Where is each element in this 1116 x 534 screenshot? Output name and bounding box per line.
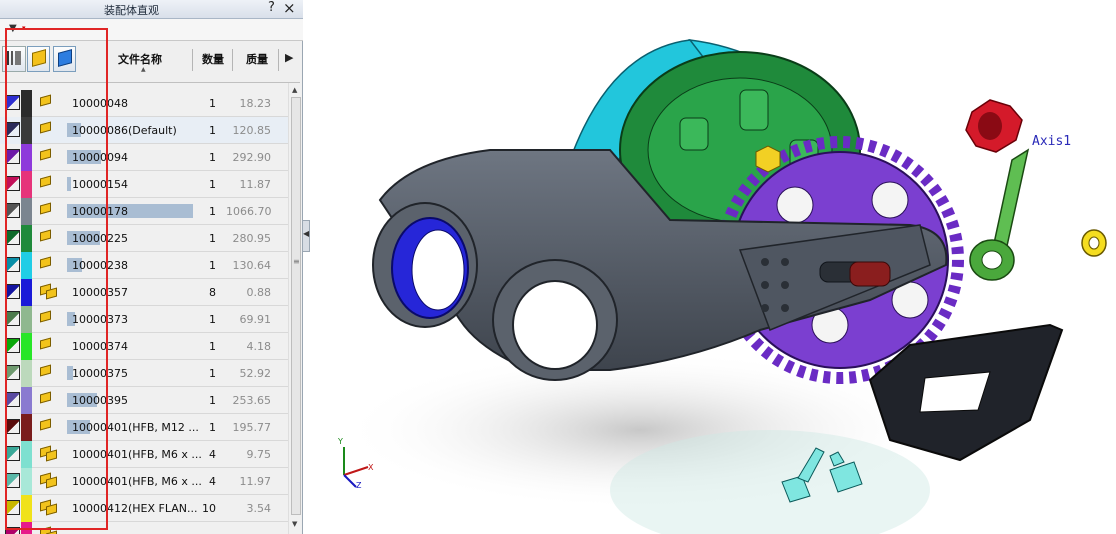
mass-cell: 11.97	[239, 475, 272, 488]
mass-cell: 253.65	[232, 394, 272, 407]
mass-cell: 18.23	[239, 97, 272, 110]
mass-cell: 280.95	[232, 232, 272, 245]
green-pad	[739, 89, 769, 131]
graphics-viewport[interactable]: Axis1 Y X Z	[310, 0, 1116, 534]
red-bushing	[965, 99, 1023, 153]
quantity-cell: 1	[209, 259, 216, 272]
scroll-down-icon[interactable]: ▼	[292, 520, 297, 528]
quantity-cell: 1	[209, 421, 216, 434]
vertical-scrollbar[interactable]: ▲ ≡ ▼	[288, 83, 302, 534]
scroll-up-icon[interactable]: ▲	[292, 86, 297, 94]
assembly-visualization-app: 装配体直观 ? × ▼ ▾ 文件名称 ▲ 数量 质量 ▶ 10000048 1 18…	[0, 0, 1116, 534]
mass-cell: 9.75	[246, 448, 272, 461]
scroll-grip-icon: ≡	[293, 257, 300, 266]
mass-cell: 1066.70	[226, 205, 272, 218]
quantity-cell: 1	[209, 97, 216, 110]
column-file-name[interactable]: 文件名称	[118, 51, 162, 67]
mass-cell: 120.85	[232, 124, 272, 137]
triad-y-label: Y	[338, 437, 343, 446]
green-tensioner	[969, 148, 1030, 281]
column-divider[interactable]	[278, 49, 279, 71]
help-button[interactable]: ?	[268, 0, 275, 15]
quantity-cell: 8	[209, 286, 216, 299]
panel-title: 装配体直观	[104, 4, 159, 17]
triad-z-label: Z	[356, 481, 362, 490]
quantity-cell: 1	[209, 340, 216, 353]
panel-title-bar: 装配体直观 ? ×	[0, 0, 303, 19]
quantity-cell: 1	[209, 151, 216, 164]
scroll-right-icon[interactable]: ▶	[285, 51, 293, 64]
axis-label: Axis1	[1032, 134, 1072, 149]
close-button[interactable]: ×	[283, 0, 296, 17]
sort-ascending-icon: ▲	[141, 66, 146, 73]
quantity-cell: 1	[209, 367, 216, 380]
mass-cell: 195.77	[232, 421, 272, 434]
quantity-cell: 1	[209, 232, 216, 245]
column-divider[interactable]	[232, 49, 233, 71]
mass-cell: 130.64	[232, 259, 272, 272]
mass-cell: 3.54	[246, 502, 272, 515]
triad-x-label: X	[368, 463, 374, 472]
quantity-cell: 1	[209, 205, 216, 218]
mass-cell: 0.88	[246, 286, 272, 299]
quantity-cell: 4	[209, 448, 216, 461]
mass-cell: 11.87	[239, 178, 272, 191]
quantity-cell: 10	[202, 502, 216, 515]
column-divider[interactable]	[192, 49, 193, 71]
orientation-triad: Y X Z	[328, 437, 378, 493]
yellow-nut	[755, 145, 781, 173]
column-mass[interactable]: 质量	[246, 51, 268, 67]
quantity-cell: 1	[209, 313, 216, 326]
yellow-washer	[1081, 229, 1107, 257]
annotation-highlight-box	[5, 28, 108, 530]
panel-collapse-handle[interactable]: ◀	[302, 220, 310, 252]
mass-cell: 4.18	[246, 340, 272, 353]
mass-cell: 69.91	[239, 313, 272, 326]
quantity-cell: 1	[209, 124, 216, 137]
quantity-cell: 4	[209, 475, 216, 488]
chain-guide-cutout	[919, 371, 991, 413]
mass-cell: 52.92	[239, 367, 272, 380]
assembly-visualization-panel: 装配体直观 ? × ▼ ▾ 文件名称 ▲ 数量 质量 ▶ 10000048 1 18…	[0, 0, 303, 534]
green-pad	[679, 117, 709, 151]
column-quantity[interactable]: 数量	[202, 51, 224, 67]
red-axle	[849, 261, 891, 287]
quantity-cell: 1	[209, 178, 216, 191]
quantity-cell: 1	[209, 394, 216, 407]
collapse-arrow-icon: ◀	[303, 229, 310, 238]
assembly-model-render	[340, 39, 1107, 534]
mass-cell: 292.90	[232, 151, 272, 164]
scroll-thumb[interactable]	[291, 97, 301, 515]
